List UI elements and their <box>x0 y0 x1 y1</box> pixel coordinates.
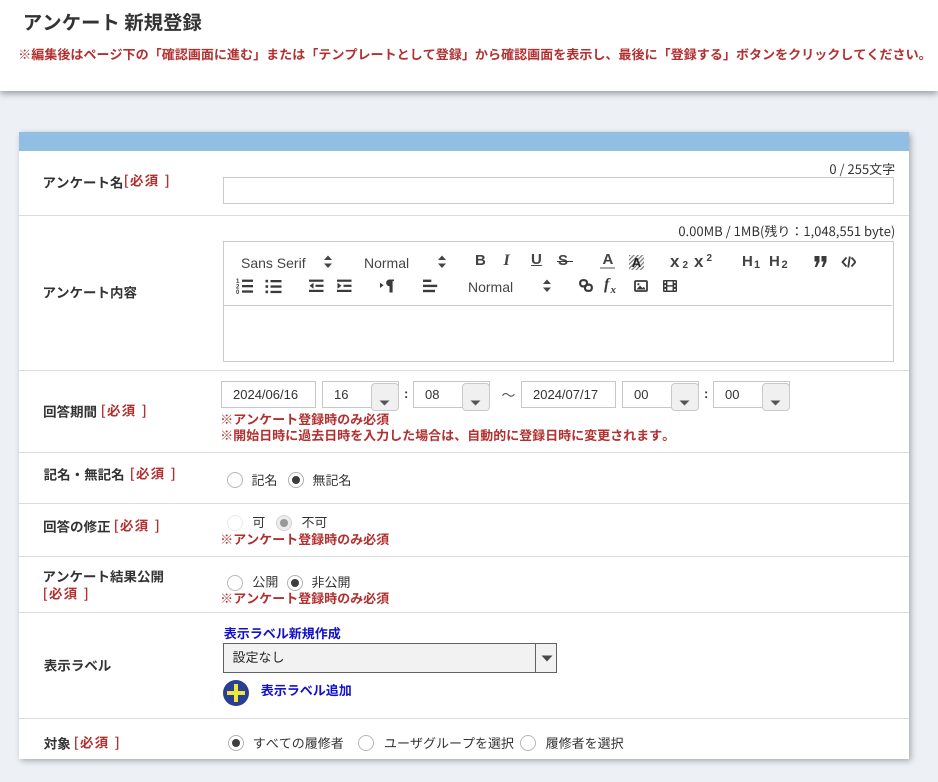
svg-text:0: 0 <box>236 290 240 295</box>
svg-text:A: A <box>632 255 642 270</box>
